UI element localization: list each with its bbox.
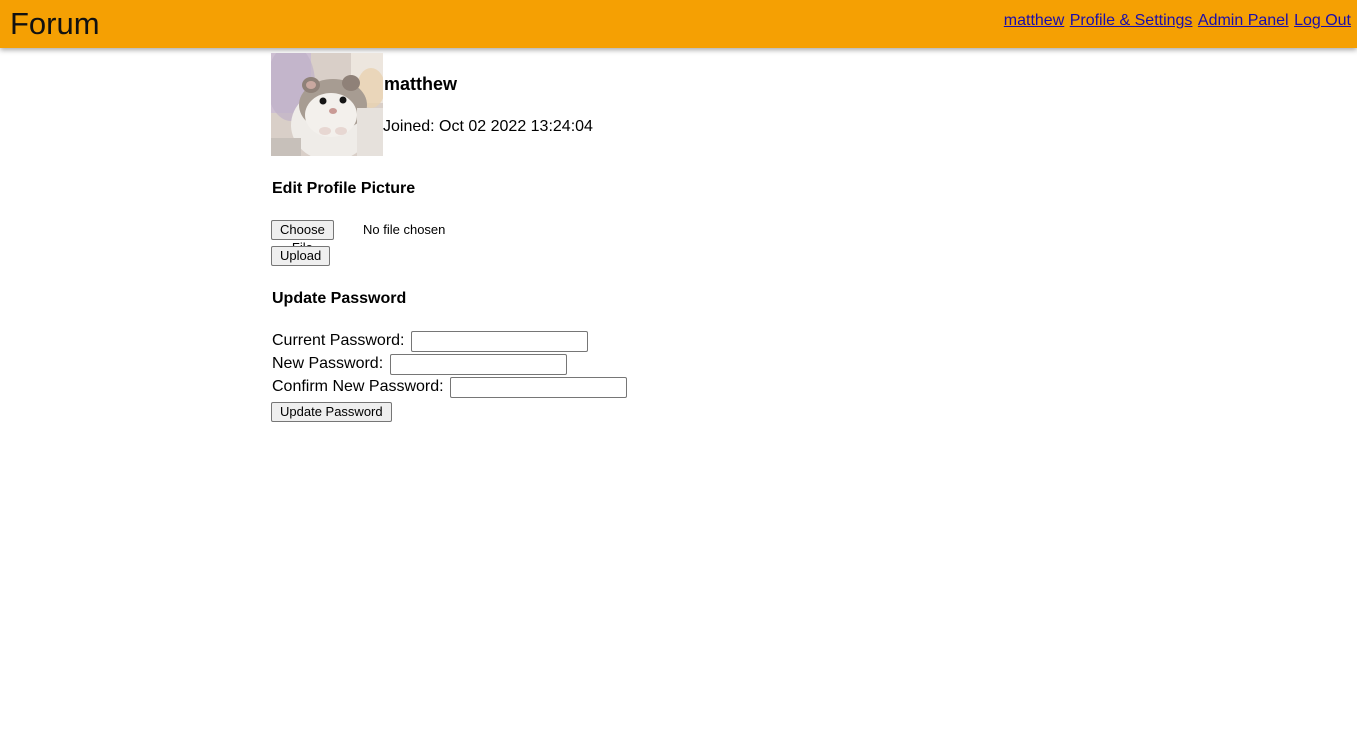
current-password-row: Current Password: bbox=[272, 331, 588, 352]
nav-link-admin-panel[interactable]: Admin Panel bbox=[1198, 12, 1289, 29]
hamster-avatar-image bbox=[271, 53, 383, 156]
confirm-password-label: Confirm New Password: bbox=[272, 378, 444, 395]
nav-link-logout[interactable]: Log Out bbox=[1294, 12, 1351, 29]
top-nav-bar: Forum matthew Profile & Settings Admin P… bbox=[0, 0, 1357, 48]
site-brand[interactable]: Forum bbox=[10, 4, 100, 44]
profile-page: matthew Joined: Oct 02 2022 13:24:04 Edi… bbox=[271, 53, 971, 422]
new-password-row: New Password: bbox=[272, 354, 567, 375]
nav-link-user[interactable]: matthew bbox=[1004, 12, 1064, 29]
avatar bbox=[271, 53, 383, 156]
confirm-password-row: Confirm New Password: bbox=[272, 377, 628, 398]
edit-picture-heading: Edit Profile Picture bbox=[272, 180, 416, 197]
current-password-field[interactable] bbox=[410, 331, 588, 352]
update-password-button[interactable]: Update Password bbox=[271, 402, 392, 422]
new-password-field[interactable] bbox=[389, 354, 567, 375]
current-password-label: Current Password: bbox=[272, 332, 405, 349]
file-status-text: No file chosen bbox=[363, 222, 446, 237]
profile-username: matthew bbox=[384, 74, 458, 94]
choose-file-button[interactable]: Choose File bbox=[271, 220, 334, 255]
profile-joined-date: Joined: Oct 02 2022 13:24:04 bbox=[383, 118, 593, 135]
update-password-heading: Update Password bbox=[272, 290, 407, 307]
top-nav-links: matthew Profile & Settings Admin Panel L… bbox=[1003, 11, 1351, 31]
profile-header: matthew Joined: Oct 02 2022 13:24:04 bbox=[271, 53, 971, 156]
confirm-password-field[interactable] bbox=[450, 377, 628, 398]
nav-link-profile-settings[interactable]: Profile & Settings bbox=[1070, 12, 1193, 29]
upload-button[interactable]: Upload bbox=[271, 246, 331, 266]
new-password-label: New Password: bbox=[272, 355, 384, 372]
